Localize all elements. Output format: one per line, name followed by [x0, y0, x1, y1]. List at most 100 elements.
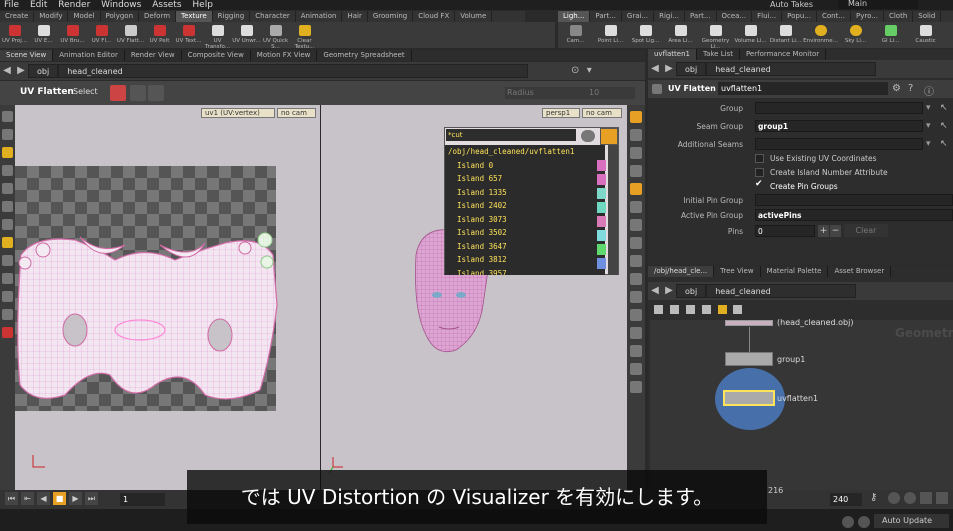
last-frame-icon[interactable]: ⏭ — [85, 492, 98, 505]
tab-motion-fx-view[interactable]: Motion FX View — [251, 50, 318, 61]
tool-uv-flatten[interactable]: UV Flatt... — [116, 22, 145, 48]
node-head-cleaned[interactable] — [725, 320, 773, 326]
radius-value[interactable]: 10 — [589, 87, 599, 99]
camera-tool-icon[interactable] — [2, 291, 13, 302]
auto-update-menu[interactable]: Auto Update — [874, 514, 949, 528]
shelf-tab-modify[interactable]: Modify — [34, 11, 69, 22]
island-item[interactable]: Island 3647 — [445, 240, 605, 254]
tool-sky-light[interactable]: Sky Li... — [838, 22, 873, 48]
shelf-tab-solid[interactable]: Solid — [913, 11, 942, 22]
play-forward-icon[interactable]: ▶ — [69, 492, 82, 505]
pins-clear-button[interactable]: Clear — [844, 224, 888, 237]
seam-arrow-icon[interactable]: ▾ — [926, 121, 931, 131]
points-icon[interactable] — [630, 237, 642, 249]
render-icon[interactable] — [630, 363, 642, 375]
group-field[interactable] — [755, 102, 923, 114]
viewer-menu-icon[interactable]: ▾ — [582, 62, 596, 80]
camera-view-icon[interactable] — [630, 327, 642, 339]
cook-icon[interactable] — [858, 516, 870, 528]
radius-field[interactable]: Radius 10 — [505, 87, 635, 99]
tool-camera[interactable]: Cam... — [558, 22, 593, 48]
paint-tool-icon[interactable] — [2, 147, 13, 158]
pose-tool-icon[interactable] — [2, 255, 13, 266]
tool-uv-brush[interactable]: UV Bru... — [58, 22, 87, 48]
tool-geometry-light[interactable]: Geometry Li... — [698, 22, 733, 48]
settings-icon[interactable]: ⚙ — [892, 83, 901, 94]
island-item[interactable]: Island 1335 — [445, 186, 605, 200]
refresh-icon[interactable] — [842, 516, 854, 528]
group-filter-input[interactable]: *cut — [446, 129, 576, 141]
pins-field[interactable]: 0 — [755, 225, 815, 237]
path-obj[interactable]: obj — [676, 62, 707, 76]
shelf-tab-character[interactable]: Character — [250, 11, 296, 22]
uv-viewport[interactable]: uv1 (UV:vertex) no cam — [15, 105, 320, 490]
shelf-tab-animation[interactable]: Animation — [296, 11, 343, 22]
forward-icon[interactable]: ▶ — [662, 60, 676, 78]
island-item[interactable]: Island 2402 — [445, 199, 605, 213]
shelf-tab-texture[interactable]: Texture — [176, 11, 213, 22]
view-tool-icon[interactable] — [2, 273, 13, 284]
rotate-tool-icon[interactable] — [2, 183, 13, 194]
tool-uv-unwrap[interactable]: UV Unwr... — [232, 22, 261, 48]
scale-tool-icon[interactable] — [2, 201, 13, 212]
tool-distant-light[interactable]: Distant Li... — [768, 22, 803, 48]
pin-popup-icon[interactable] — [600, 128, 618, 145]
tab-take-list[interactable]: Take List — [697, 49, 740, 60]
snapshot-icon[interactable] — [630, 165, 642, 177]
active-pin-field[interactable]: activePins — [755, 209, 953, 221]
info-icon[interactable]: ⓘ — [924, 83, 934, 98]
tool-caustic-light[interactable]: Caustic — [908, 22, 943, 48]
magnet-tool-icon[interactable] — [2, 327, 13, 338]
shelf-tab-grooming[interactable]: Grooming — [368, 11, 414, 22]
network-tool-icon[interactable] — [669, 305, 679, 314]
tab-scene-view[interactable]: Scene View — [0, 50, 54, 61]
shelf-tab-fluid[interactable]: Flui... — [752, 11, 783, 22]
back-icon[interactable]: ◀ — [648, 60, 662, 78]
tool-uv-quick-shade[interactable]: UV Quick S... — [261, 22, 290, 48]
tool-clear-texture[interactable]: Clear Textu... — [290, 22, 319, 48]
tool-area-light[interactable]: Area Li... — [663, 22, 698, 48]
menu-help[interactable]: Help — [188, 0, 217, 10]
tab-asset-browser[interactable]: Asset Browser — [828, 266, 892, 277]
shelf-tab-deform[interactable]: Deform — [139, 11, 177, 22]
network-tool-icon[interactable] — [733, 305, 743, 314]
shelf-tab-pyro[interactable]: Pyro... — [851, 11, 884, 22]
normals-icon[interactable] — [630, 255, 642, 267]
realtime-icon[interactable] — [888, 492, 900, 504]
existing-uv-checkbox[interactable] — [755, 154, 764, 163]
network-graph[interactable]: Geometry (head_cleaned.obj) group1 uvfla… — [650, 318, 953, 490]
tool-uv-fuse[interactable]: UV Fl... — [87, 22, 116, 48]
initial-pin-field[interactable] — [755, 194, 953, 206]
shelf-tab-cloud-fx[interactable]: Cloud FX — [413, 11, 456, 22]
ruler-icon[interactable] — [630, 273, 642, 285]
tab-network-obj[interactable]: /obj/head_cle... — [648, 266, 715, 277]
scope-icon[interactable] — [920, 492, 932, 504]
help-icon[interactable]: ? — [908, 83, 913, 94]
pin-tool-icon[interactable] — [110, 85, 126, 101]
audio-icon[interactable] — [904, 492, 916, 504]
island-item[interactable]: Island 3502 — [445, 226, 605, 240]
pins-add-button[interactable]: + — [818, 225, 829, 237]
tool-spot-light[interactable]: Spot Lig... — [628, 22, 663, 48]
shelf-tab-model[interactable]: Model — [68, 11, 101, 22]
pin-red-icon[interactable] — [130, 85, 146, 101]
select-mode[interactable]: Select — [73, 87, 98, 96]
shelf-tab-lights[interactable]: Ligh... — [558, 11, 591, 22]
menu-assets[interactable]: Assets — [148, 0, 185, 10]
global-anim-icon[interactable] — [936, 492, 948, 504]
path-obj[interactable]: obj — [676, 284, 707, 298]
shelf-tab-volume[interactable]: Volume — [455, 11, 493, 22]
menu-edit[interactable]: Edit — [26, 0, 51, 10]
tool-uv-edit[interactable]: UV E... — [29, 22, 58, 48]
move-tool-icon[interactable] — [2, 165, 13, 176]
tool-environment-light[interactable]: Environme... — [803, 22, 838, 48]
tool-gi-light[interactable]: GI Li... — [873, 22, 908, 48]
tool-uv-texture[interactable]: UV Text... — [174, 22, 203, 48]
island-attr-checkbox[interactable] — [755, 168, 764, 177]
shelf-tab-populate[interactable]: Popu... — [782, 11, 817, 22]
shelf-tab-particle-fluids[interactable]: Part... — [685, 11, 717, 22]
forward-icon[interactable]: ▶ — [14, 62, 28, 80]
pins-remove-button[interactable]: − — [830, 225, 841, 237]
stop-icon[interactable]: ■ — [53, 492, 66, 505]
shelf-tab-particles[interactable]: Part... — [590, 11, 622, 22]
